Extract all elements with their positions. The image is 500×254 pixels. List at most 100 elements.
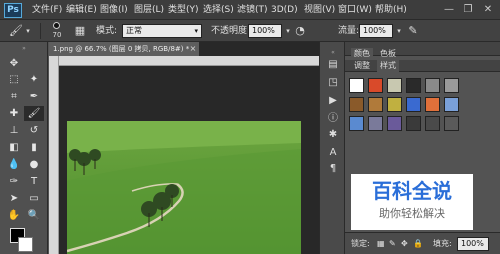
healing-brush-tool-icon[interactable]: ✚ [4, 106, 24, 121]
watermark-subtitle: 助你轻松解决 [379, 207, 445, 220]
tab-styles[interactable]: 样式 [377, 60, 399, 72]
horizontal-ruler [49, 56, 319, 66]
tab-swatches[interactable]: 色板 [377, 48, 399, 60]
background-color-swatch[interactable] [18, 237, 33, 252]
marquee-tool-icon[interactable]: ⬚ [4, 72, 24, 87]
opacity-label: 不透明度: [211, 26, 251, 36]
style-swatch[interactable] [406, 97, 421, 112]
style-swatch[interactable] [349, 97, 364, 112]
brush-tool-icon[interactable]: 🖌 [8, 23, 24, 39]
menu-3d[interactable]: 3D(D) [271, 4, 298, 17]
eraser-tool-icon[interactable]: ◧ [4, 140, 24, 155]
menu-image[interactable]: 图像(I) [100, 4, 128, 17]
style-swatch[interactable] [406, 78, 421, 93]
tools-panel: » ✥ ⬚ ✦ ⌗ ✒ ✚ 🖌 ⊥ ↺ ◧ ▮ 💧 ● ✑ T ➤ ▭ ✋ 🔍 [0, 42, 48, 254]
magic-wand-tool-icon[interactable]: ✦ [24, 72, 44, 87]
minimize-button[interactable]: — [441, 3, 457, 16]
lock-all-icon[interactable]: 🔒 [413, 237, 423, 250]
brush-tip-icon [53, 22, 60, 29]
tab-adjust[interactable]: 调整 [351, 60, 373, 72]
zoom-tool-icon[interactable]: 🔍 [24, 208, 44, 223]
menu-filter[interactable]: 滤镜(T) [237, 4, 268, 17]
info-panel-icon[interactable]: ⓘ [325, 112, 341, 126]
watermark-logo: 百科全说 助你轻松解决 [351, 174, 473, 230]
style-swatch[interactable] [368, 78, 383, 93]
menu-type[interactable]: 类型(Y) [168, 4, 199, 17]
brush-panel-icon[interactable]: ✱ [325, 128, 341, 142]
path-selection-tool-icon[interactable]: ➤ [4, 191, 24, 206]
lock-image-icon[interactable]: ✎ [389, 237, 396, 250]
lock-label: 锁定: [351, 239, 370, 248]
photoshop-logo: Ps [4, 3, 22, 18]
dodge-tool-icon[interactable]: ● [24, 157, 44, 172]
vertical-ruler [49, 56, 59, 254]
brush-panel-toggle-icon[interactable]: ▦ [72, 23, 88, 39]
character-panel-icon[interactable]: A [325, 146, 341, 160]
clone-stamp-tool-icon[interactable]: ⊥ [4, 123, 24, 138]
blur-tool-icon[interactable]: 💧 [4, 157, 24, 172]
close-window-button[interactable]: ✕ [480, 3, 496, 16]
style-swatch[interactable] [349, 116, 364, 131]
style-swatch[interactable] [425, 78, 440, 93]
brush-size-value: 70 [52, 31, 62, 39]
menu-bar: Ps 文件(F) 编辑(E) 图像(I) 图层(L) 类型(Y) 选择(S) 滤… [0, 0, 500, 20]
properties-panel-icon[interactable]: ◳ [325, 76, 341, 90]
style-swatch[interactable] [387, 116, 402, 131]
history-panel-icon[interactable]: ▤ [325, 58, 341, 72]
style-swatch[interactable] [444, 97, 459, 112]
shape-tool-icon[interactable]: ▭ [24, 191, 44, 206]
canvas-image[interactable] [67, 121, 301, 254]
style-swatch[interactable] [425, 116, 440, 131]
pen-tool-icon[interactable]: ✑ [4, 174, 24, 189]
crop-tool-icon[interactable]: ⌗ [4, 89, 24, 104]
style-swatch[interactable] [387, 78, 402, 93]
separator [40, 23, 41, 39]
document-tab[interactable]: 1.png @ 66.7% (图层 0 拷贝, RGB/8#) * [49, 42, 199, 56]
panel-grip-icon[interactable]: » [4, 46, 44, 52]
menu-select[interactable]: 选择(S) [203, 4, 234, 17]
pressure-opacity-icon[interactable]: ◔ [292, 23, 308, 39]
style-swatch[interactable] [444, 116, 459, 131]
brush-tool-icon[interactable]: 🖌 [24, 106, 44, 121]
flow-value: 100% [363, 26, 386, 35]
tab-color[interactable]: 颜色 [351, 48, 373, 60]
brush-preset-picker[interactable]: 70 [46, 22, 68, 40]
mode-select[interactable]: 正常 ▾ [122, 24, 202, 38]
close-document-icon[interactable]: × [188, 42, 198, 56]
chevron-down-icon[interactable]: ▾ [395, 23, 403, 39]
mode-label: 模式: [96, 26, 118, 36]
menu-view[interactable]: 视图(V) [304, 4, 335, 17]
menu-help[interactable]: 帮助(H) [375, 4, 407, 17]
type-tool-icon[interactable]: T [24, 174, 44, 189]
menu-edit[interactable]: 编辑(E) [66, 4, 97, 17]
chevron-down-icon[interactable]: ▾ [284, 23, 292, 39]
style-swatch[interactable] [368, 116, 383, 131]
style-swatch[interactable] [406, 116, 421, 131]
lock-transparent-icon[interactable]: ▦ [377, 237, 385, 250]
paragraph-panel-icon[interactable]: ¶ [325, 162, 341, 176]
fill-input[interactable]: 100% [457, 237, 489, 251]
lock-position-icon[interactable]: ✥ [401, 237, 408, 250]
actions-panel-icon[interactable]: ▶ [325, 94, 341, 108]
style-swatch[interactable] [387, 97, 402, 112]
fill-value: 100% [461, 239, 484, 248]
eyedropper-tool-icon[interactable]: ✒ [24, 89, 44, 104]
chevron-down-icon[interactable]: ▾ [24, 23, 32, 39]
opacity-input[interactable]: 100% [248, 24, 282, 38]
style-swatch[interactable] [349, 78, 364, 93]
flow-label: 流量: [338, 26, 360, 36]
style-swatch[interactable] [425, 97, 440, 112]
move-tool-icon[interactable]: ✥ [4, 56, 24, 71]
flow-input[interactable]: 100% [359, 24, 393, 38]
menu-layer[interactable]: 图层(L) [134, 4, 164, 17]
gradient-tool-icon[interactable]: ▮ [24, 140, 44, 155]
restore-button[interactable]: ❐ [460, 3, 476, 16]
history-brush-tool-icon[interactable]: ↺ [24, 123, 44, 138]
style-swatch[interactable] [368, 97, 383, 112]
hand-tool-icon[interactable]: ✋ [4, 208, 24, 223]
panel-dock: « ▤ ◳ ▶ ⓘ ✱ A ¶ [319, 42, 345, 254]
menu-window[interactable]: 窗口(W) [338, 4, 372, 17]
airbrush-icon[interactable]: ✎ [405, 23, 421, 39]
menu-file[interactable]: 文件(F) [32, 4, 62, 17]
style-swatch[interactable] [444, 78, 459, 93]
